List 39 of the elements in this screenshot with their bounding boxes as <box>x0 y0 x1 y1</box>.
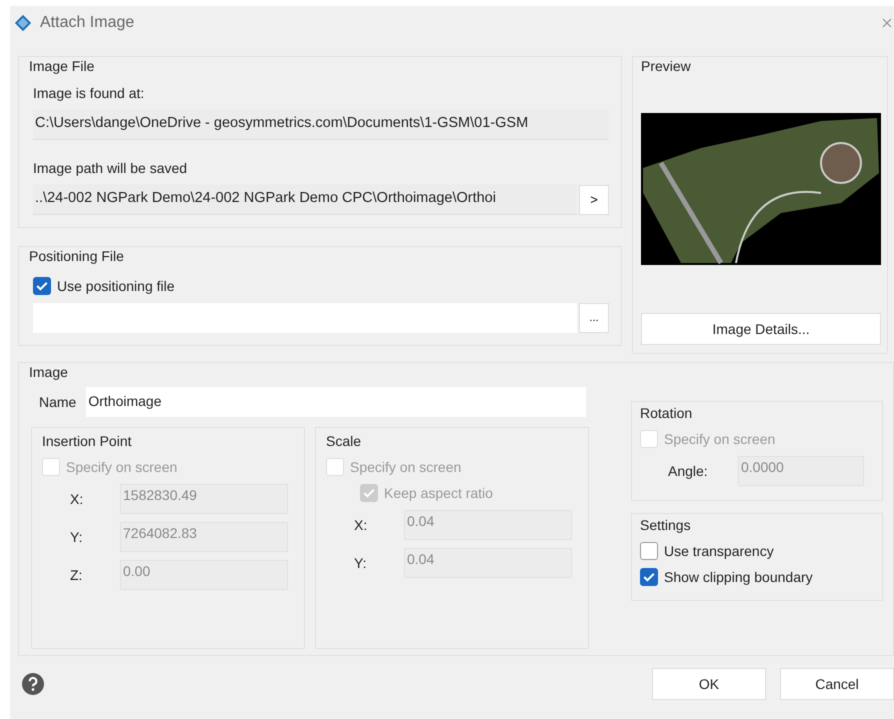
field-label: Image is found at: <box>33 85 146 101</box>
checkbox-label: Specify on screen <box>664 431 776 447</box>
group-title: Insertion Point <box>42 432 132 450</box>
close-icon[interactable] <box>882 18 892 28</box>
coordinate-label: X: <box>354 517 368 533</box>
browse-button[interactable]: ... <box>579 303 609 333</box>
angle-label: Angle: <box>668 463 709 479</box>
group-title: Image File <box>28 57 96 75</box>
path-field: ..\24-002 NGPark Demo\24-002 NGPark Demo CPC\Orthoimage\Orthoi <box>33 184 577 215</box>
group-title: Scale <box>326 432 362 450</box>
app-logo-icon <box>14 14 32 32</box>
field-label: Name <box>39 394 76 410</box>
coordinate-label: Y: <box>70 529 84 545</box>
coordinate-label: Y: <box>354 555 368 571</box>
coordinate-label: X: <box>70 491 84 507</box>
checkbox[interactable] <box>33 277 51 295</box>
group-title: Image <box>28 363 69 381</box>
checkbox-label: Specify on screen <box>66 459 178 475</box>
checkbox-label: Use positioning file <box>57 278 175 294</box>
group-title: Rotation <box>640 404 694 422</box>
dialog-button[interactable]: OK <box>652 668 766 700</box>
checkbox[interactable] <box>640 568 658 586</box>
checkbox-label: Specify on screen <box>350 459 462 475</box>
window-title: Attach Image <box>40 14 136 32</box>
path-field: C:\Users\dange\OneDrive - geosymmetrics.com\Documents\1-GSM\01-GSM <box>33 109 609 140</box>
group-title: Preview <box>641 57 692 75</box>
group-title: Positioning File <box>28 247 125 265</box>
help-icon[interactable] <box>22 673 44 695</box>
name-input-field[interactable]: Orthoimage <box>86 387 586 417</box>
checkbox-label: Keep aspect ratio <box>384 485 493 501</box>
checkbox[interactable] <box>640 542 658 560</box>
checkbox-label: Show clipping boundary <box>664 569 813 585</box>
field-label: Image path will be saved <box>33 160 188 176</box>
coordinate-label: Z: <box>70 567 84 583</box>
group-title: Settings <box>640 516 692 534</box>
image-details-button[interactable]: Image Details... <box>641 313 881 345</box>
checkbox-label: Use transparency <box>664 543 774 559</box>
dialog-button[interactable]: Cancel <box>780 668 894 700</box>
browse-button[interactable]: > <box>579 184 609 214</box>
